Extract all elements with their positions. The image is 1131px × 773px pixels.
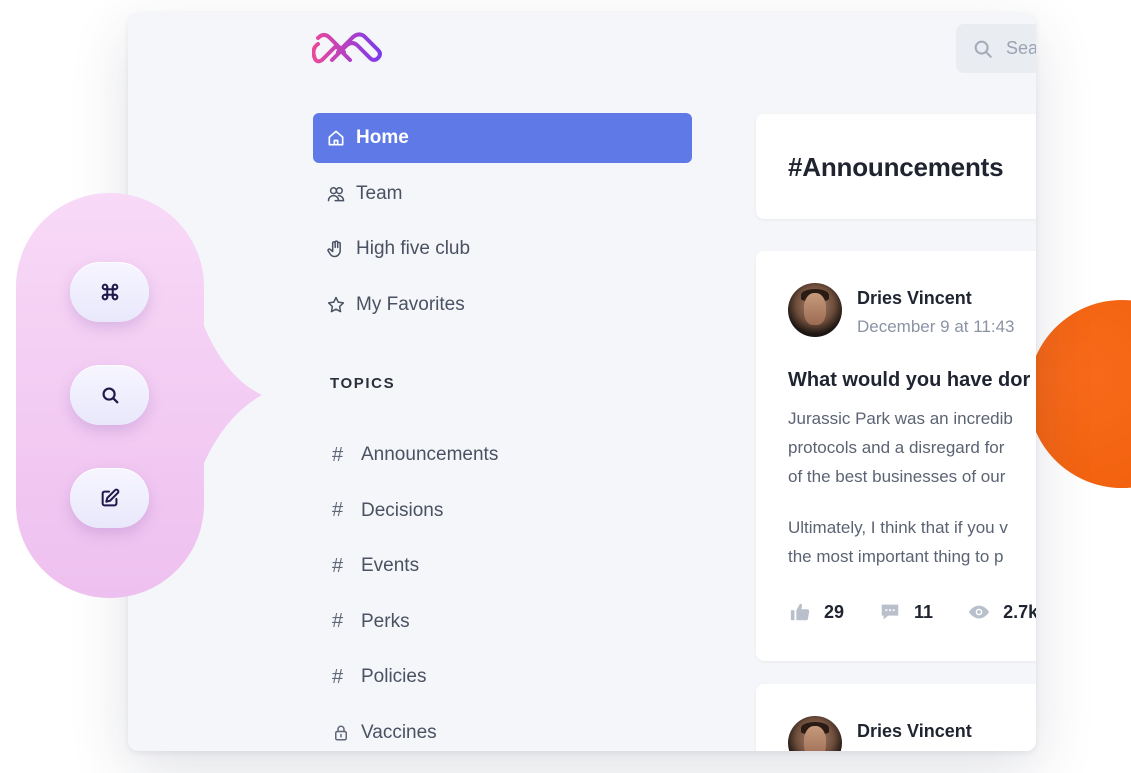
post-body-line: Ultimately, I think that if you v [788, 518, 1008, 537]
post-body-paragraph: Jurassic Park was an incredib protocols … [788, 404, 1036, 491]
avatar[interactable] [788, 716, 842, 751]
topic-label: Decisions [361, 499, 444, 521]
hash-icon: # [332, 499, 344, 521]
comment-button[interactable]: 11 [878, 601, 933, 623]
compose-button[interactable] [70, 468, 149, 528]
views-stat: 2.7k [967, 601, 1036, 623]
topic-label: Events [361, 555, 420, 576]
avatar[interactable] [788, 283, 842, 337]
channel-title: #Announcements [788, 152, 1004, 182]
topic-vaccines[interactable]: Vaccines [313, 708, 692, 752]
search-icon [101, 387, 118, 404]
home-icon [326, 128, 346, 148]
topic-label: Policies [361, 666, 427, 687]
team-icon [326, 184, 346, 204]
topic-policies[interactable]: # Policies [313, 652, 692, 702]
sidebar-item-high-five-club[interactable]: High five club [313, 224, 692, 274]
topic-events[interactable]: # Events [313, 541, 692, 591]
topics-list: # Announcements # Decisions # Events # P… [313, 430, 692, 751]
search-button[interactable] [70, 365, 149, 425]
post-body-paragraph: Ultimately, I think that if you v the mo… [788, 513, 1036, 571]
like-count: 29 [824, 601, 845, 622]
topic-announcements[interactable]: # Announcements [313, 430, 692, 480]
eye-icon [967, 601, 991, 623]
hash-icon: # [332, 610, 344, 632]
post-body-line: Jurassic Park was an incredib [788, 409, 1013, 428]
command-icon [101, 283, 118, 301]
sidebar-item-team[interactable]: Team [313, 169, 692, 219]
command-button[interactable] [70, 262, 149, 322]
thumbs-up-icon [788, 601, 812, 623]
hash-icon: # [332, 443, 344, 466]
post-author[interactable]: Dries Vincent [857, 721, 972, 742]
lock-icon [332, 723, 350, 743]
sidebar-item-label: My Favorites [356, 293, 465, 315]
sidebar-item-label: High five club [356, 238, 471, 259]
sidebar-item-label: Home [356, 127, 409, 148]
comment-count: 11 [914, 601, 934, 622]
post-stats: 29 11 2.7k [788, 601, 1036, 623]
sidebar-item-label: Team [356, 182, 403, 204]
topic-decisions[interactable]: # Decisions [313, 486, 692, 536]
topic-label: Vaccines [361, 721, 437, 743]
edit-icon [101, 488, 119, 507]
topic-label: Announcements [361, 444, 499, 465]
stage: Sea Home Team High five club My Favorite… [0, 0, 1131, 773]
hand-icon [326, 239, 346, 259]
search-input[interactable]: Sea [956, 24, 1036, 73]
logo-icon [312, 32, 382, 64]
post-title[interactable]: What would you have dor [788, 369, 1030, 392]
post-card[interactable]: Dries Vincent [756, 684, 1036, 751]
topics-heading: TOPICS [330, 375, 396, 392]
search-icon [974, 40, 992, 58]
hash-icon: # [332, 554, 344, 577]
post-body-line: protocols and a disregard for [788, 438, 1005, 457]
like-button[interactable]: 29 [788, 601, 844, 623]
star-icon [326, 295, 346, 315]
view-count: 2.7k [1003, 601, 1036, 622]
comment-icon [878, 601, 902, 623]
hash-icon: # [332, 665, 344, 688]
channel-header: #Announcements [756, 114, 1036, 219]
sidebar-item-my-favorites[interactable]: My Favorites [313, 280, 692, 330]
post-body-line: of the best businesses of our [788, 467, 1006, 486]
sidebar-nav: Home Team High five club My Favorites [313, 113, 692, 335]
topic-perks[interactable]: # Perks [313, 597, 692, 647]
post-body-line: the most important thing to p [788, 547, 1004, 566]
post-card[interactable]: Dries Vincent December 9 at 11:43 What w… [756, 251, 1036, 661]
post-date: December 9 at 11:43 [857, 317, 1015, 336]
sidebar-item-home[interactable]: Home [313, 113, 692, 163]
topic-label: Perks [361, 610, 410, 632]
post-author[interactable]: Dries Vincent [857, 288, 972, 309]
search-placeholder: Sea [1006, 38, 1036, 58]
decorative-orange-circle [1028, 300, 1131, 488]
